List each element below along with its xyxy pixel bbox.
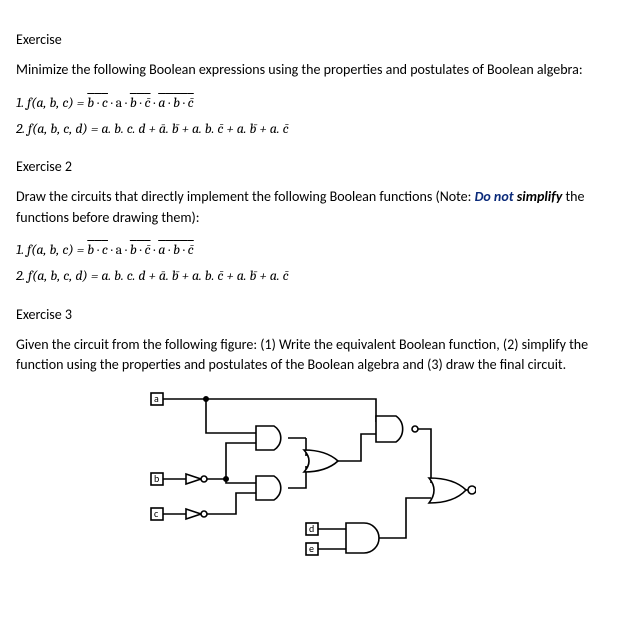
exercise-1-formula-1: 1. f(a, b, c) = b · c · a · b · c̄ · a ·…	[16, 93, 606, 113]
f1-t2a: b	[130, 94, 137, 111]
exercise-3-heading: Exercise 3	[16, 305, 606, 325]
f21-op3: ·	[165, 241, 173, 258]
exercise-1-formula-2: 2. f(a, b, c, d) = a. b. c. d + ā. b̄ + …	[16, 119, 606, 139]
exercise-3: Exercise 3 Given the circuit from the fo…	[16, 305, 606, 558]
f1-op4: ·	[180, 94, 188, 111]
label-e: e	[309, 542, 314, 555]
f1-t3c: c̄	[188, 94, 194, 111]
f21-t3c: c̄	[188, 241, 194, 258]
f21-t2a: b	[130, 241, 137, 258]
exercise-3-instruction: Given the circuit from the following fig…	[16, 335, 606, 376]
f1-lead: 1. f(a, b, c) =	[16, 94, 87, 111]
f1-op3: ·	[165, 94, 173, 111]
exercise-1-heading: Exercise	[16, 30, 606, 50]
exercise-2-heading: Exercise 2	[16, 157, 606, 177]
exercise-2-instruction: Draw the circuits that directly implemen…	[16, 187, 606, 228]
f1-t3b: b	[173, 94, 180, 111]
f21-t3b: b	[173, 241, 180, 258]
exercise-2: Exercise 2 Draw the circuits that direct…	[16, 157, 606, 286]
ex2-simplify: simplify	[517, 188, 563, 205]
ex2-donot: Do not	[475, 188, 514, 205]
label-a: a	[154, 392, 159, 405]
f21-mid1: · a ·	[108, 241, 130, 258]
exercise-1: Exercise Minimize the following Boolean …	[16, 30, 606, 139]
label-b: b	[154, 472, 159, 485]
f1-op: ·	[94, 94, 102, 111]
exercise-1-instruction: Minimize the following Boolean expressio…	[16, 60, 606, 80]
label-d: d	[309, 522, 314, 535]
exercise-2-formula-1: 1. f(a, b, c) = b · c · a · b · c̄ · a ·…	[16, 240, 606, 260]
f21-op: ·	[94, 241, 102, 258]
f1-lead2: 1. f(a, b, c) =	[16, 241, 87, 258]
f1-mid1: · a ·	[108, 94, 130, 111]
exercise-2-formula-2: 2. f(a, b, c, d) = a. b. c. d + ā. b̄ + …	[16, 266, 606, 286]
circuit-diagram: a b c d e	[16, 388, 606, 558]
f21-op4: ·	[180, 241, 188, 258]
ex2-instr-a: Draw the circuits that directly implemen…	[16, 188, 475, 205]
circuit-labels: a b c d e	[154, 392, 314, 555]
circuit-svg: a b c d e	[146, 388, 476, 558]
